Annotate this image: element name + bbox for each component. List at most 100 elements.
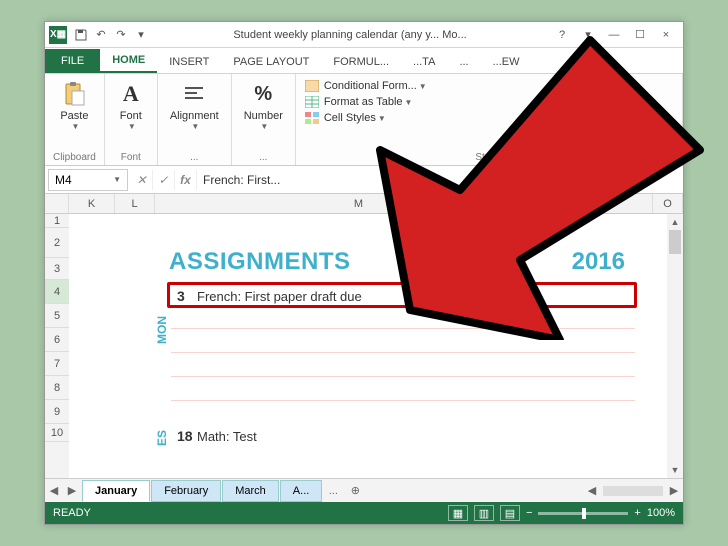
zoom-slider[interactable]: [538, 512, 628, 515]
tab-review[interactable]: ...: [447, 50, 480, 73]
row-header[interactable]: 5: [45, 304, 69, 328]
tab-page-layout[interactable]: PAGE LAYOUT: [221, 50, 321, 73]
assignment-entry: Math: Test: [197, 429, 257, 444]
percent-icon: %: [249, 80, 277, 108]
scroll-down-icon[interactable]: ▼: [667, 462, 683, 478]
hscroll-left-icon[interactable]: ◀: [583, 482, 601, 500]
format-as-table-button[interactable]: Format as Table ▼: [304, 94, 674, 110]
row-header[interactable]: 3: [45, 258, 69, 280]
scroll-up-icon[interactable]: ▲: [667, 214, 683, 230]
sheet-canvas[interactable]: ASSIGNMENTS 2016 MON 3 French: First pap…: [69, 214, 667, 478]
cancel-icon[interactable]: ✕: [131, 170, 153, 190]
format-table-label: Format as Table: [324, 96, 403, 108]
tab-data[interactable]: ...TA: [401, 50, 447, 73]
minimize-button[interactable]: —: [601, 25, 627, 45]
tab-insert[interactable]: INSERT: [157, 50, 221, 73]
row-header[interactable]: 6: [45, 328, 69, 352]
tab-view[interactable]: ...EW: [481, 50, 532, 73]
help-button[interactable]: ?: [549, 25, 575, 45]
group-label-clipboard: Clipboard: [53, 152, 96, 163]
alignment-button[interactable]: Alignment ▼: [166, 78, 223, 133]
chevron-down-icon: ▼: [71, 122, 79, 131]
zoom-out-button[interactable]: −: [526, 507, 532, 519]
chevron-down-icon: ▼: [405, 98, 413, 107]
vertical-scrollbar[interactable]: ▲ ▼: [667, 214, 683, 478]
zoom-in-button[interactable]: +: [634, 507, 640, 519]
redo-icon[interactable]: ↷: [111, 25, 131, 45]
horizontal-scrollbar[interactable]: [603, 486, 663, 496]
formula-bar: M4 ▼ ✕ ✓ fx French: First...: [45, 166, 683, 194]
day-number: 18: [177, 428, 193, 444]
view-page-layout-icon[interactable]: ▥: [474, 505, 494, 521]
worksheet-grid: K L M N O 1 2 3 4 5 6 7 8 9 10 ASSIGNMEN…: [45, 194, 683, 478]
table-icon: [304, 95, 320, 109]
font-button[interactable]: A Font ▼: [113, 78, 149, 133]
select-all-corner[interactable]: [45, 194, 69, 213]
row-header[interactable]: 9: [45, 400, 69, 424]
group-label-font: Font: [113, 152, 149, 163]
close-button[interactable]: ×: [653, 25, 679, 45]
font-icon: A: [117, 80, 145, 108]
tab-nav-prev[interactable]: ◀: [45, 482, 63, 500]
tab-file[interactable]: FILE: [45, 49, 100, 73]
row-header[interactable]: 4: [45, 280, 69, 304]
zoom-knob[interactable]: [582, 508, 586, 519]
new-sheet-button[interactable]: ⊕: [344, 484, 366, 497]
group-number: % Number ▼ ...: [232, 74, 296, 165]
group-clipboard: Paste ▼ Clipboard: [45, 74, 105, 165]
tab-overflow[interactable]: ...: [322, 485, 344, 497]
hscroll-right-icon[interactable]: ▶: [665, 482, 683, 500]
qat-customize-icon[interactable]: ▾: [131, 25, 151, 45]
row-header[interactable]: 10: [45, 424, 69, 442]
col-header[interactable]: L: [115, 194, 155, 213]
row-header[interactable]: 8: [45, 376, 69, 400]
sheet-tab[interactable]: February: [151, 480, 221, 502]
chevron-down-icon: ▼: [378, 114, 386, 123]
tab-formulas[interactable]: FORMUL...: [321, 50, 401, 73]
tab-home[interactable]: HOME: [100, 48, 157, 73]
ribbon-options-button[interactable]: ▾: [575, 25, 601, 45]
cell-styles-icon: [304, 111, 320, 125]
view-normal-icon[interactable]: ▦: [448, 505, 468, 521]
excel-icon: X▦: [49, 26, 67, 44]
year-label: 2016: [572, 248, 625, 276]
col-header[interactable]: K: [69, 194, 115, 213]
sheet-tab[interactable]: A...: [280, 480, 323, 502]
number-button[interactable]: % Number ▼: [240, 78, 287, 133]
col-header[interactable]: O: [653, 194, 683, 213]
col-header[interactable]: N: [563, 194, 653, 213]
name-box-value: M4: [55, 173, 72, 187]
fx-icon[interactable]: fx: [175, 170, 197, 190]
formula-input[interactable]: French: First...: [197, 170, 683, 190]
status-ready: READY: [53, 507, 91, 519]
undo-icon[interactable]: ↶: [91, 25, 111, 45]
name-box[interactable]: M4 ▼: [48, 169, 128, 191]
titlebar: X▦ ↶ ↷ ▾ Student weekly planning calenda…: [45, 22, 683, 48]
paste-button[interactable]: Paste ▼: [53, 78, 96, 133]
maximize-button[interactable]: ☐: [627, 25, 653, 45]
sheet-tab-strip: ◀ ▶ January February March A... ... ⊕ ◀ …: [45, 478, 683, 502]
row-header[interactable]: 7: [45, 352, 69, 376]
group-label-number: ...: [240, 152, 287, 163]
cond-format-icon: [304, 79, 320, 93]
group-font: A Font ▼ Font: [105, 74, 158, 165]
tab-nav-next[interactable]: ▶: [63, 482, 81, 500]
ribbon: Paste ▼ Clipboard A Font ▼ Font Alignmen…: [45, 74, 683, 166]
enter-icon[interactable]: ✓: [153, 170, 175, 190]
group-alignment: Alignment ▼ ...: [158, 74, 232, 165]
scroll-thumb[interactable]: [669, 230, 681, 254]
sheet-tab[interactable]: January: [82, 480, 150, 502]
row-header[interactable]: 2: [45, 228, 69, 258]
col-header[interactable]: M: [155, 194, 563, 213]
clipboard-icon: [60, 80, 88, 108]
conditional-formatting-button[interactable]: Conditional Form... ▼: [304, 78, 674, 94]
sheet-tab[interactable]: March: [222, 480, 279, 502]
zoom-level[interactable]: 100%: [647, 507, 675, 519]
status-bar: READY ▦ ▥ ▤ − + 100%: [45, 502, 683, 524]
row-header[interactable]: 1: [45, 214, 69, 228]
group-label-alignment: ...: [166, 152, 223, 163]
chevron-down-icon: ▼: [113, 175, 121, 184]
view-page-break-icon[interactable]: ▤: [500, 505, 520, 521]
save-icon[interactable]: [71, 25, 91, 45]
cell-styles-button[interactable]: Cell Styles ▼: [304, 110, 674, 126]
